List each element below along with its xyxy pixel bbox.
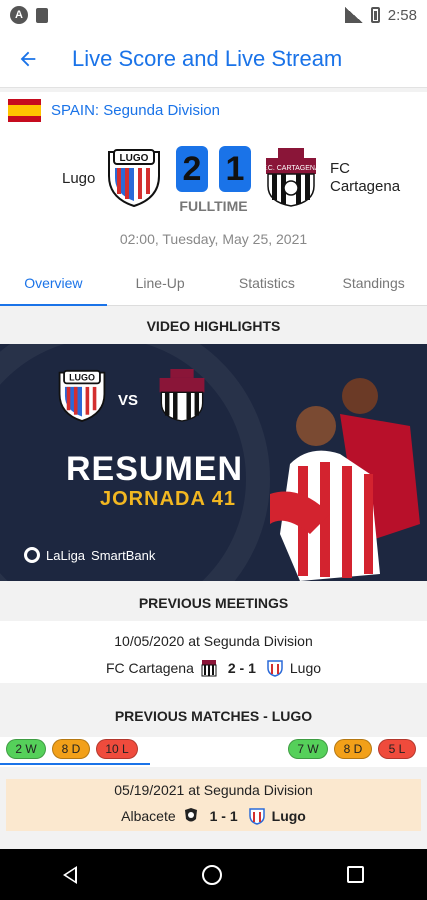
albacete-crest-icon xyxy=(184,808,197,822)
svg-text:LUGO: LUGO xyxy=(120,153,149,164)
league-row[interactable]: SPAIN: Segunda Division xyxy=(0,92,427,128)
league-name: SPAIN: Segunda Division xyxy=(51,101,220,119)
video-title: RESUMEN xyxy=(66,450,244,488)
clock: 2:58 xyxy=(387,6,417,24)
form-left-draws[interactable]: 8 D xyxy=(52,739,90,759)
battery-icon xyxy=(370,7,380,23)
previous-match-result: Albacete 1 - 1 Lugo xyxy=(6,807,421,825)
signal-icon xyxy=(344,7,363,23)
match-datetime: 02:00, Tuesday, May 25, 2021 xyxy=(119,231,308,247)
svg-text:LUGO: LUGO xyxy=(69,373,95,383)
previous-meetings-header: PREVIOUS MEETINGS xyxy=(0,585,427,621)
form-selected-indicator xyxy=(0,763,150,765)
page-title: Live Score and Live Stream xyxy=(72,45,343,71)
nav-recents-icon[interactable] xyxy=(347,866,365,883)
arrow-left-icon xyxy=(20,51,36,66)
meeting-date: 10/05/2020 at Segunda Division xyxy=(114,633,313,649)
laliga-icon xyxy=(24,547,40,563)
vs-label: VS xyxy=(118,392,139,409)
app-icon: A xyxy=(10,6,28,24)
back-button[interactable] xyxy=(0,30,56,88)
nav-back-icon[interactable] xyxy=(62,865,77,884)
app-bar: Live Score and Live Stream xyxy=(0,30,427,88)
tab-standings[interactable]: Standings xyxy=(320,260,427,305)
laliga-logo: LaLiga SmartBank xyxy=(24,547,155,563)
away-score: 1 xyxy=(219,146,251,192)
previous-meeting-row[interactable]: 10/05/2020 at Segunda Division FC Cartag… xyxy=(0,621,427,683)
sd-card-icon xyxy=(36,7,48,23)
tab-line-up[interactable]: Line-Up xyxy=(107,260,214,305)
tab-bar: Overview Line-Up Statistics Standings xyxy=(0,260,427,306)
away-team-name: FC Cartagena xyxy=(330,160,401,195)
previous-match-home-team: Albacete xyxy=(121,808,176,824)
lugo-crest-icon xyxy=(248,808,265,825)
previous-matches-header: PREVIOUS MATCHES - LUGO xyxy=(0,698,427,734)
previous-match-row[interactable]: 05/19/2021 at Segunda Division Albacete … xyxy=(6,779,421,831)
video-highlights-header: VIDEO HIGHLIGHTS xyxy=(0,308,427,344)
meeting-away-team: Lugo xyxy=(289,660,322,676)
meeting-home-team: FC Cartagena xyxy=(105,660,194,676)
form-right-draws[interactable]: 8 D xyxy=(334,739,372,759)
meeting-score: 2 - 1 xyxy=(227,660,256,676)
svg-text:F.C. CARTAGENA: F.C. CARTAGENA xyxy=(262,165,320,172)
form-left-losses[interactable]: 10 L xyxy=(96,739,138,759)
form-right-wins[interactable]: 7 W xyxy=(288,739,328,759)
cartagena-crest-icon xyxy=(201,660,217,677)
lugo-crest-icon xyxy=(267,660,283,677)
home-score: 2 xyxy=(176,146,208,192)
form-summary: 2 W 8 D 10 L 7 W 8 D 5 L xyxy=(0,737,427,767)
tab-statistics[interactable]: Statistics xyxy=(214,260,321,305)
match-header: Lugo LUGO 2 1 F.C. CARTAGENA FC Cartagen… xyxy=(0,128,427,260)
meeting-result: FC Cartagena 2 - 1 Lugo xyxy=(0,659,427,677)
cartagena-crest-icon xyxy=(159,369,205,422)
players-image xyxy=(270,378,420,581)
tab-overview[interactable]: Overview xyxy=(0,260,107,306)
nav-home-icon[interactable] xyxy=(201,864,222,885)
home-team-name: Lugo xyxy=(62,170,96,187)
system-nav-bar xyxy=(0,849,427,900)
previous-match-date: 05/19/2021 at Segunda Division xyxy=(114,782,313,798)
form-right-losses[interactable]: 5 L xyxy=(378,739,416,759)
spain-flag-icon xyxy=(8,98,41,122)
video-thumbnail[interactable]: LUGO VS RESUMEN JORNADA 41 LaLiga SmartB… xyxy=(0,344,427,581)
lugo-crest-icon: LUGO xyxy=(58,369,106,422)
match-status: FULLTIME xyxy=(179,198,248,214)
previous-match-away-team: Lugo xyxy=(271,808,306,824)
status-bar: A 2:58 xyxy=(0,0,427,30)
form-left-wins[interactable]: 2 W xyxy=(6,739,46,759)
previous-match-score: 1 - 1 xyxy=(209,808,238,824)
video-subtitle: JORNADA 41 xyxy=(100,488,236,510)
